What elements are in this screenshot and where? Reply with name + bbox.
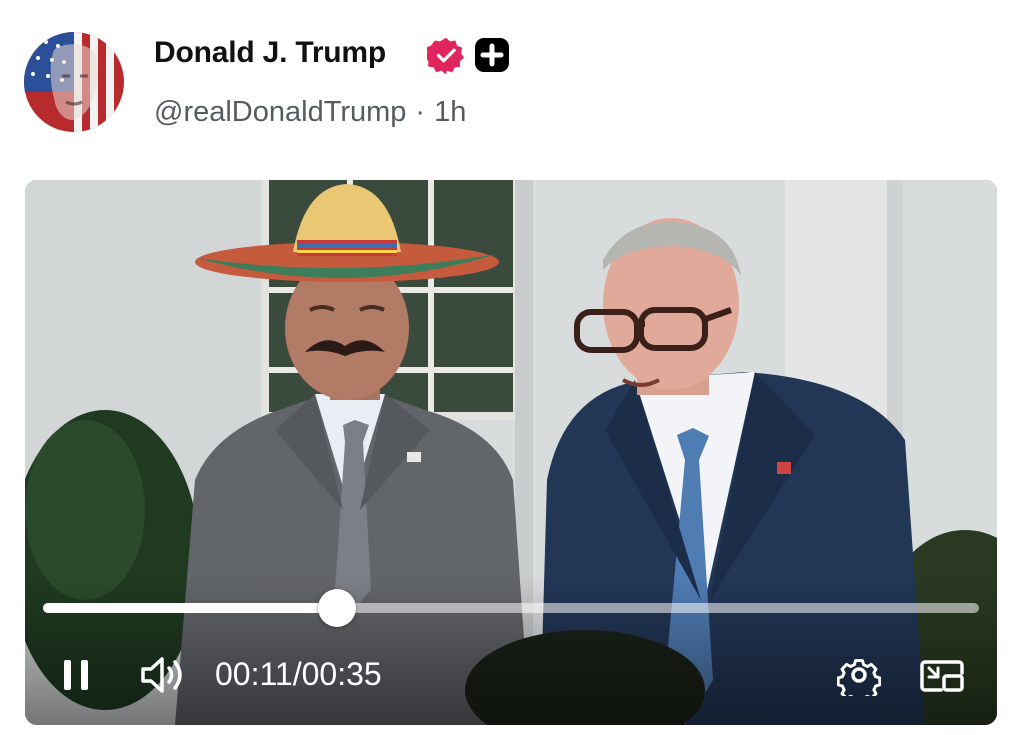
display-name[interactable]: Donald J. Trump [154, 36, 386, 70]
volume-icon[interactable] [139, 654, 187, 696]
avatar[interactable] [24, 32, 124, 132]
time-separator: / [292, 656, 302, 692]
plus-badge-icon [475, 38, 509, 72]
seek-bar-played [43, 603, 337, 613]
pause-icon[interactable] [59, 654, 95, 696]
separator-dot: · [415, 96, 426, 128]
time-display: 00:11/00:35 [215, 656, 382, 693]
seek-bar-thumb[interactable] [317, 589, 356, 627]
controls-shade [25, 575, 997, 725]
gear-icon[interactable] [837, 654, 881, 696]
timestamp[interactable]: 1h [434, 96, 466, 128]
seek-bar[interactable] [43, 589, 979, 627]
duration: 00:35 [301, 656, 382, 692]
post-header: Donald J. Trump @realDonaldTrump · 1h [0, 0, 1024, 170]
handle[interactable]: @realDonaldTrump [154, 96, 406, 128]
video-player[interactable]: 00:11/00:35 [25, 180, 997, 725]
handle-line: @realDonaldTrump · 1h [154, 96, 466, 129]
current-time: 00:11 [215, 656, 293, 692]
verified-badge-icon [427, 37, 465, 74]
picture-in-picture-icon[interactable] [919, 654, 965, 696]
